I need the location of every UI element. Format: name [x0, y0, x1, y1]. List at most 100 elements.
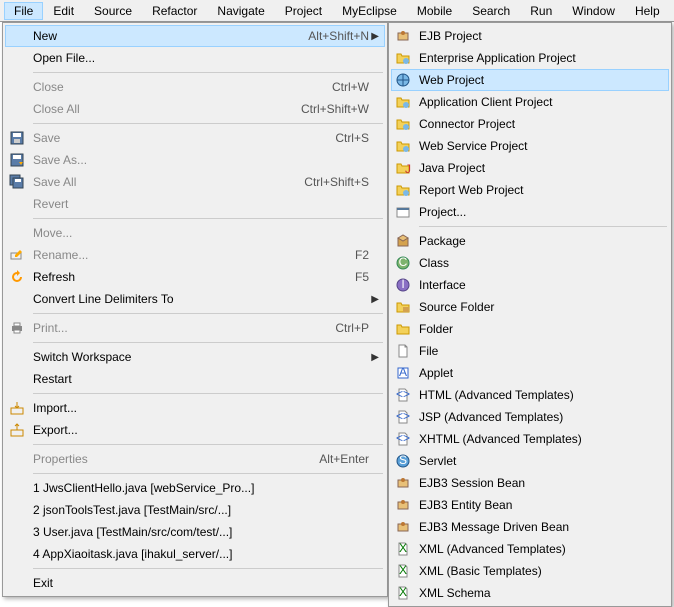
menu-shortcut: F5: [345, 270, 369, 284]
blank-icon: [7, 480, 27, 496]
menubar-item-project[interactable]: Project: [275, 2, 332, 20]
separator: [419, 226, 667, 227]
print-icon: [7, 320, 27, 336]
new-menu-folder[interactable]: Folder: [391, 318, 669, 340]
menu-label: 1 JwsClientHello.java [webService_Pro...…: [27, 481, 369, 495]
file-menu-import[interactable]: Import...: [5, 397, 385, 419]
xml-basic-icon: X: [393, 563, 413, 579]
new-menu-applet[interactable]: AApplet: [391, 362, 669, 384]
menu-label: Save All: [27, 175, 294, 189]
blank-icon: [7, 371, 27, 387]
menubar-item-edit[interactable]: Edit: [43, 2, 84, 20]
file-menu-close[interactable]: CloseCtrl+W: [5, 76, 385, 98]
new-menu-class[interactable]: CClass: [391, 252, 669, 274]
new-menu-ejb3-entity-bean[interactable]: EJB3 Entity Bean: [391, 494, 669, 516]
menu-label: Revert: [27, 197, 369, 211]
xsd-icon: X: [393, 585, 413, 601]
menu-shortcut: Ctrl+Shift+W: [291, 102, 369, 116]
menu-shortcut: Alt+Shift+N: [298, 29, 369, 43]
svg-text:S: S: [399, 453, 407, 467]
new-menu-html-advanced-templates[interactable]: <>HTML (Advanced Templates): [391, 384, 669, 406]
file-menu-refresh[interactable]: RefreshF5: [5, 266, 385, 288]
menubar-item-navigate[interactable]: Navigate: [207, 2, 274, 20]
new-menu-jsp-advanced-templates[interactable]: <>JSP (Advanced Templates): [391, 406, 669, 428]
menu-label: Open File...: [27, 51, 369, 65]
new-menu-xml-advanced-templates[interactable]: XXML (Advanced Templates): [391, 538, 669, 560]
new-menu-project[interactable]: Project...: [391, 201, 669, 223]
file-menu-save-all[interactable]: Save AllCtrl+Shift+S: [5, 171, 385, 193]
new-menu-ejb-project[interactable]: EJB Project: [391, 25, 669, 47]
file-menu-exit[interactable]: Exit: [5, 572, 385, 594]
file-menu-switch-workspace[interactable]: Switch Workspace▶: [5, 346, 385, 368]
file-menu-4-appxiaoitask-java-ihakul-ser[interactable]: 4 AppXiaoitask.java [ihakul_server/...]: [5, 543, 385, 565]
new-menu-xhtml-advanced-templates[interactable]: <>XHTML (Advanced Templates): [391, 428, 669, 450]
file-menu-print[interactable]: Print...Ctrl+P: [5, 317, 385, 339]
submenu-arrow-icon: ▶: [369, 31, 379, 42]
menu-label: Interface: [413, 278, 653, 292]
separator: [33, 218, 383, 219]
file-menu-close-all[interactable]: Close AllCtrl+Shift+W: [5, 98, 385, 120]
new-menu-enterprise-application-project[interactable]: Enterprise Application Project: [391, 47, 669, 69]
file-menu-export[interactable]: Export...: [5, 419, 385, 441]
interface-icon: I: [393, 277, 413, 293]
new-menu-application-client-project[interactable]: Application Client Project: [391, 91, 669, 113]
svg-text:<>: <>: [396, 409, 410, 423]
menubar-item-help[interactable]: Help: [625, 2, 670, 20]
menubar-item-run[interactable]: Run: [520, 2, 562, 20]
svg-text:X: X: [399, 585, 407, 599]
separator: [33, 444, 383, 445]
file-menu-convert-line-delimiters-to[interactable]: Convert Line Delimiters To▶: [5, 288, 385, 310]
blank-icon: [7, 28, 27, 44]
new-menu-xml-schema[interactable]: XXML Schema: [391, 582, 669, 604]
rename-icon: [7, 247, 27, 263]
menubar-item-search[interactable]: Search: [462, 2, 520, 20]
report-proj-icon: [393, 182, 413, 198]
menubar-item-source[interactable]: Source: [84, 2, 142, 20]
blank-icon: [7, 546, 27, 562]
svg-text:<>: <>: [396, 387, 410, 401]
menu-label: Export...: [27, 423, 369, 437]
new-menu-web-service-project[interactable]: Web Service Project: [391, 135, 669, 157]
new-menu-servlet[interactable]: SServlet: [391, 450, 669, 472]
menu-label: XHTML (Advanced Templates): [413, 432, 653, 446]
menu-label: Package: [413, 234, 653, 248]
new-menu-java-project[interactable]: JJava Project: [391, 157, 669, 179]
submenu-arrow-icon: ▶: [369, 294, 379, 305]
menubar-item-window[interactable]: Window: [562, 2, 625, 20]
new-menu-xml-basic-templates[interactable]: XXML (Basic Templates): [391, 560, 669, 582]
file-menu-rename[interactable]: Rename...F2: [5, 244, 385, 266]
file-menu-revert[interactable]: Revert: [5, 193, 385, 215]
new-menu-connector-project[interactable]: Connector Project: [391, 113, 669, 135]
menubar-item-myeclipse[interactable]: MyEclipse: [332, 2, 407, 20]
file-menu-save[interactable]: SaveCtrl+S: [5, 127, 385, 149]
file-menu-move[interactable]: Move...: [5, 222, 385, 244]
menubar-item-file[interactable]: File: [4, 2, 43, 20]
new-menu-interface[interactable]: IInterface: [391, 274, 669, 296]
import-icon: [7, 400, 27, 416]
submenu-arrow-icon: ▶: [369, 352, 379, 363]
file-menu-new[interactable]: NewAlt+Shift+N▶: [5, 25, 385, 47]
new-menu-web-project[interactable]: Web Project: [391, 69, 669, 91]
menubar-item-mobile[interactable]: Mobile: [407, 2, 462, 20]
file-menu-open-file[interactable]: Open File...: [5, 47, 385, 69]
folder-icon: [393, 321, 413, 337]
file-menu-save-as[interactable]: Save As...: [5, 149, 385, 171]
menu-label: Move...: [27, 226, 369, 240]
file-menu-3-user-java-testmain-src-com-t[interactable]: 3 User.java [TestMain/src/com/test/...]: [5, 521, 385, 543]
menu-label: Folder: [413, 322, 653, 336]
menu-label: Class: [413, 256, 653, 270]
file-menu-properties[interactable]: PropertiesAlt+Enter: [5, 448, 385, 470]
menubar-item-refactor[interactable]: Refactor: [142, 2, 207, 20]
new-menu-package[interactable]: Package: [391, 230, 669, 252]
file-menu-restart[interactable]: Restart: [5, 368, 385, 390]
jsp-icon: <>: [393, 409, 413, 425]
menu-label: HTML (Advanced Templates): [413, 388, 653, 402]
file-menu-2-jsontoolstest-java-testmain-[interactable]: 2 jsonToolsTest.java [TestMain/src/...]: [5, 499, 385, 521]
file-menu-1-jwsclienthello-java-webservi[interactable]: 1 JwsClientHello.java [webService_Pro...…: [5, 477, 385, 499]
applet-icon: A: [393, 365, 413, 381]
new-menu-ejb3-message-driven-bean[interactable]: EJB3 Message Driven Bean: [391, 516, 669, 538]
new-menu-report-web-project[interactable]: Report Web Project: [391, 179, 669, 201]
new-menu-source-folder[interactable]: Source Folder: [391, 296, 669, 318]
new-menu-file[interactable]: File: [391, 340, 669, 362]
new-menu-ejb3-session-bean[interactable]: EJB3 Session Bean: [391, 472, 669, 494]
